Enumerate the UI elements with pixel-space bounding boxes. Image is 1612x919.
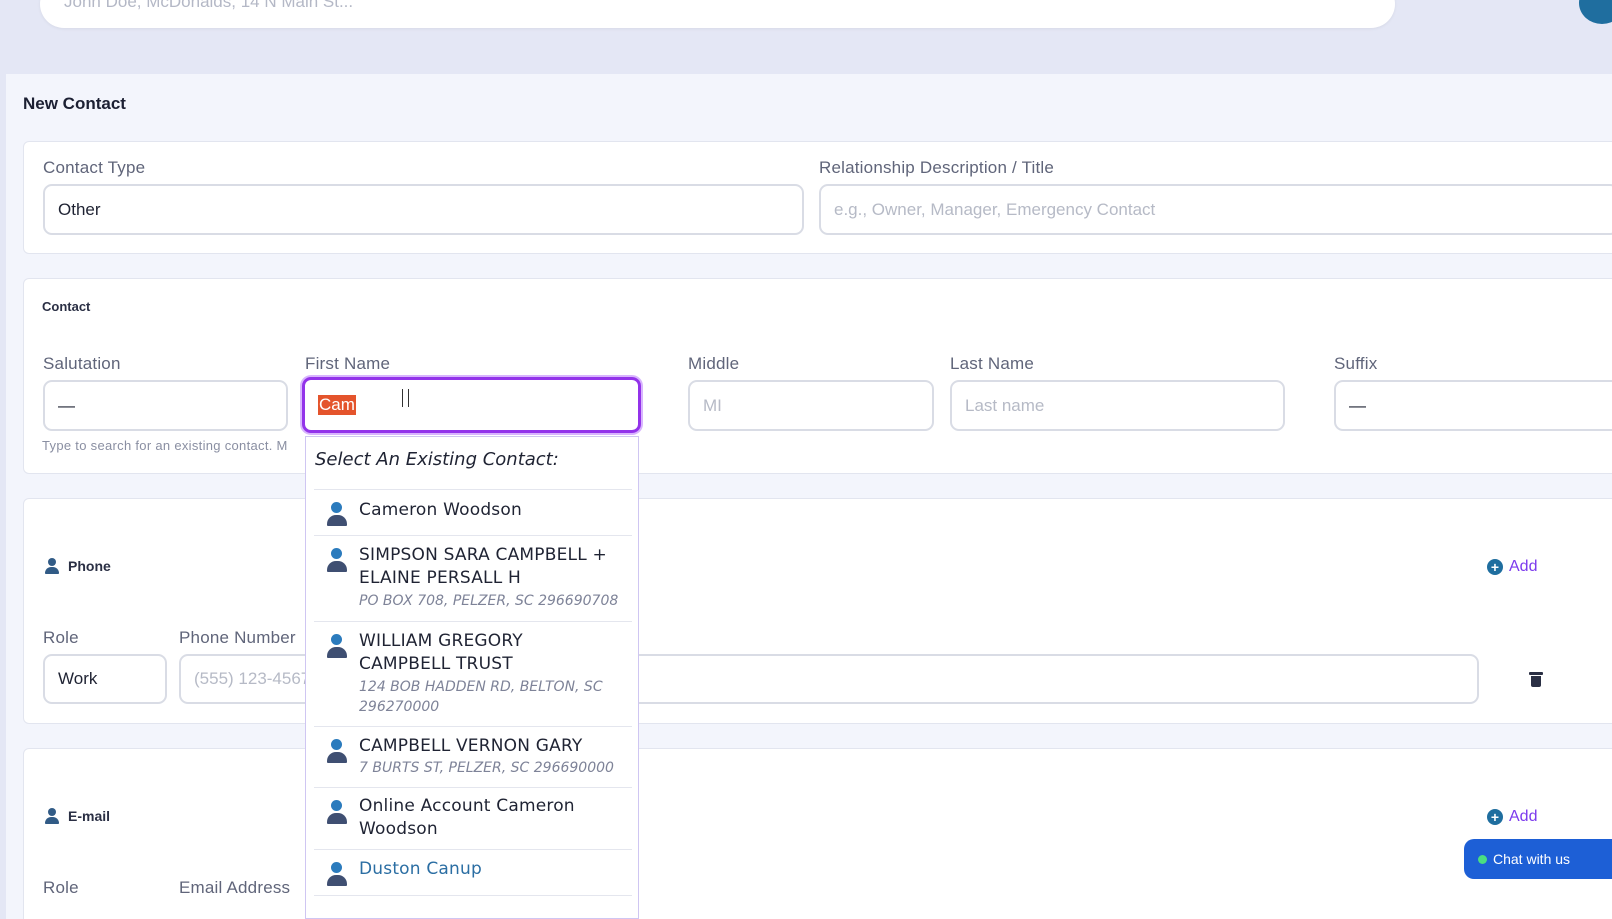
contact-address: 7 BURTS ST, PELZER, SC 296690000 [359, 760, 614, 776]
phone-role-select[interactable]: Work [43, 654, 167, 704]
person-icon [326, 634, 348, 660]
chat-button[interactable]: Chat with us [1464, 839, 1612, 879]
chat-dot-icon [1478, 854, 1487, 864]
page-title: New Contact [23, 94, 126, 113]
first-name-input[interactable]: Cam [302, 377, 641, 433]
contact-name: Online Account Cameron Woodson [359, 796, 575, 839]
add-phone-label: Add [1509, 558, 1538, 575]
list-item[interactable]: CAMPBELL VERNON GARY 7 BURTS ST, PELZER,… [314, 726, 632, 787]
plus-icon: + [1487, 809, 1503, 825]
add-email-label: Add [1509, 808, 1538, 825]
last-name-label: Last Name [950, 354, 1035, 373]
person-icon [326, 800, 348, 826]
salutation-label: Salutation [43, 354, 121, 373]
first-name-value: Cam [318, 395, 356, 415]
contact-name: SIMPSON SARA CAMPBELL + ELAINE PERSALL H [359, 545, 607, 588]
last-name-input[interactable]: Last name [950, 380, 1285, 431]
email-section-title: E-mail [44, 808, 110, 824]
list-item[interactable] [314, 895, 632, 918]
plus-icon: + [1487, 559, 1503, 575]
add-phone-button[interactable]: + Add [1487, 558, 1537, 576]
person-icon [44, 558, 60, 574]
phone-title-text: Phone [68, 558, 111, 574]
contact-section-title: Contact [42, 299, 91, 314]
suffix-select[interactable]: — [1334, 380, 1612, 431]
phone-section-title: Phone [44, 558, 111, 574]
relationship-input[interactable]: e.g., Owner, Manager, Emergency Contact [819, 184, 1612, 235]
dropdown-header: Select An Existing Contact: [315, 449, 559, 470]
contact-address: 124 BOB HADDEN RD, BELTON, SC 296270000 [359, 679, 603, 715]
middle-label: Middle [688, 354, 740, 373]
contact-type-label: Contact Type [43, 158, 146, 177]
email-address-label: Email Address [179, 878, 291, 897]
person-icon [326, 739, 348, 765]
contact-search-hint: Type to search for an existing contact. … [42, 438, 288, 453]
person-icon [44, 808, 60, 824]
existing-contact-dropdown: Select An Existing Contact: Cameron Wood… [305, 436, 639, 919]
user-menu-button[interactable] [1579, 0, 1612, 24]
person-icon [326, 548, 348, 574]
list-item[interactable]: Duston Canup [314, 849, 632, 895]
email-role-label: Role [43, 878, 79, 897]
middle-input[interactable]: MI [688, 380, 934, 431]
search-placeholder: John Doe, McDonalds, 14 N Main St... [64, 0, 354, 11]
relationship-label: Relationship Description / Title [819, 158, 1055, 177]
list-item[interactable]: Online Account Cameron Woodson [314, 787, 632, 849]
person-icon [326, 502, 348, 528]
phone-number-label: Phone Number [179, 628, 296, 647]
trash-icon[interactable] [1529, 671, 1543, 687]
add-email-button[interactable]: + Add [1487, 808, 1537, 826]
top-bar: John Doe, McDonalds, 14 N Main St... [0, 0, 1612, 74]
chat-label: Chat with us [1493, 851, 1571, 867]
contact-name: Duston Canup [359, 859, 482, 879]
person-icon [326, 862, 348, 888]
list-item[interactable]: Cameron Woodson [314, 489, 632, 535]
contact-type-select[interactable]: Other [43, 184, 804, 235]
suffix-label: Suffix [1334, 354, 1378, 373]
list-item[interactable]: SIMPSON SARA CAMPBELL + ELAINE PERSALL H… [314, 535, 632, 621]
phone-role-label: Role [43, 628, 79, 647]
contact-name: WILLIAM GREGORY CAMPBELL TRUST [359, 631, 523, 674]
first-name-label: First Name [305, 354, 391, 373]
text-cursor-icon [402, 389, 409, 407]
email-title-text: E-mail [68, 808, 111, 824]
salutation-select[interactable]: — [43, 380, 288, 431]
contact-name: Cameron Woodson [359, 500, 522, 520]
global-search-input[interactable]: John Doe, McDonalds, 14 N Main St... [40, 0, 1395, 28]
contact-name: CAMPBELL VERNON GARY [359, 736, 583, 756]
contact-address: PO BOX 708, PELZER, SC 296690708 [359, 593, 619, 609]
list-item[interactable]: WILLIAM GREGORY CAMPBELL TRUST 124 BOB H… [314, 621, 632, 726]
